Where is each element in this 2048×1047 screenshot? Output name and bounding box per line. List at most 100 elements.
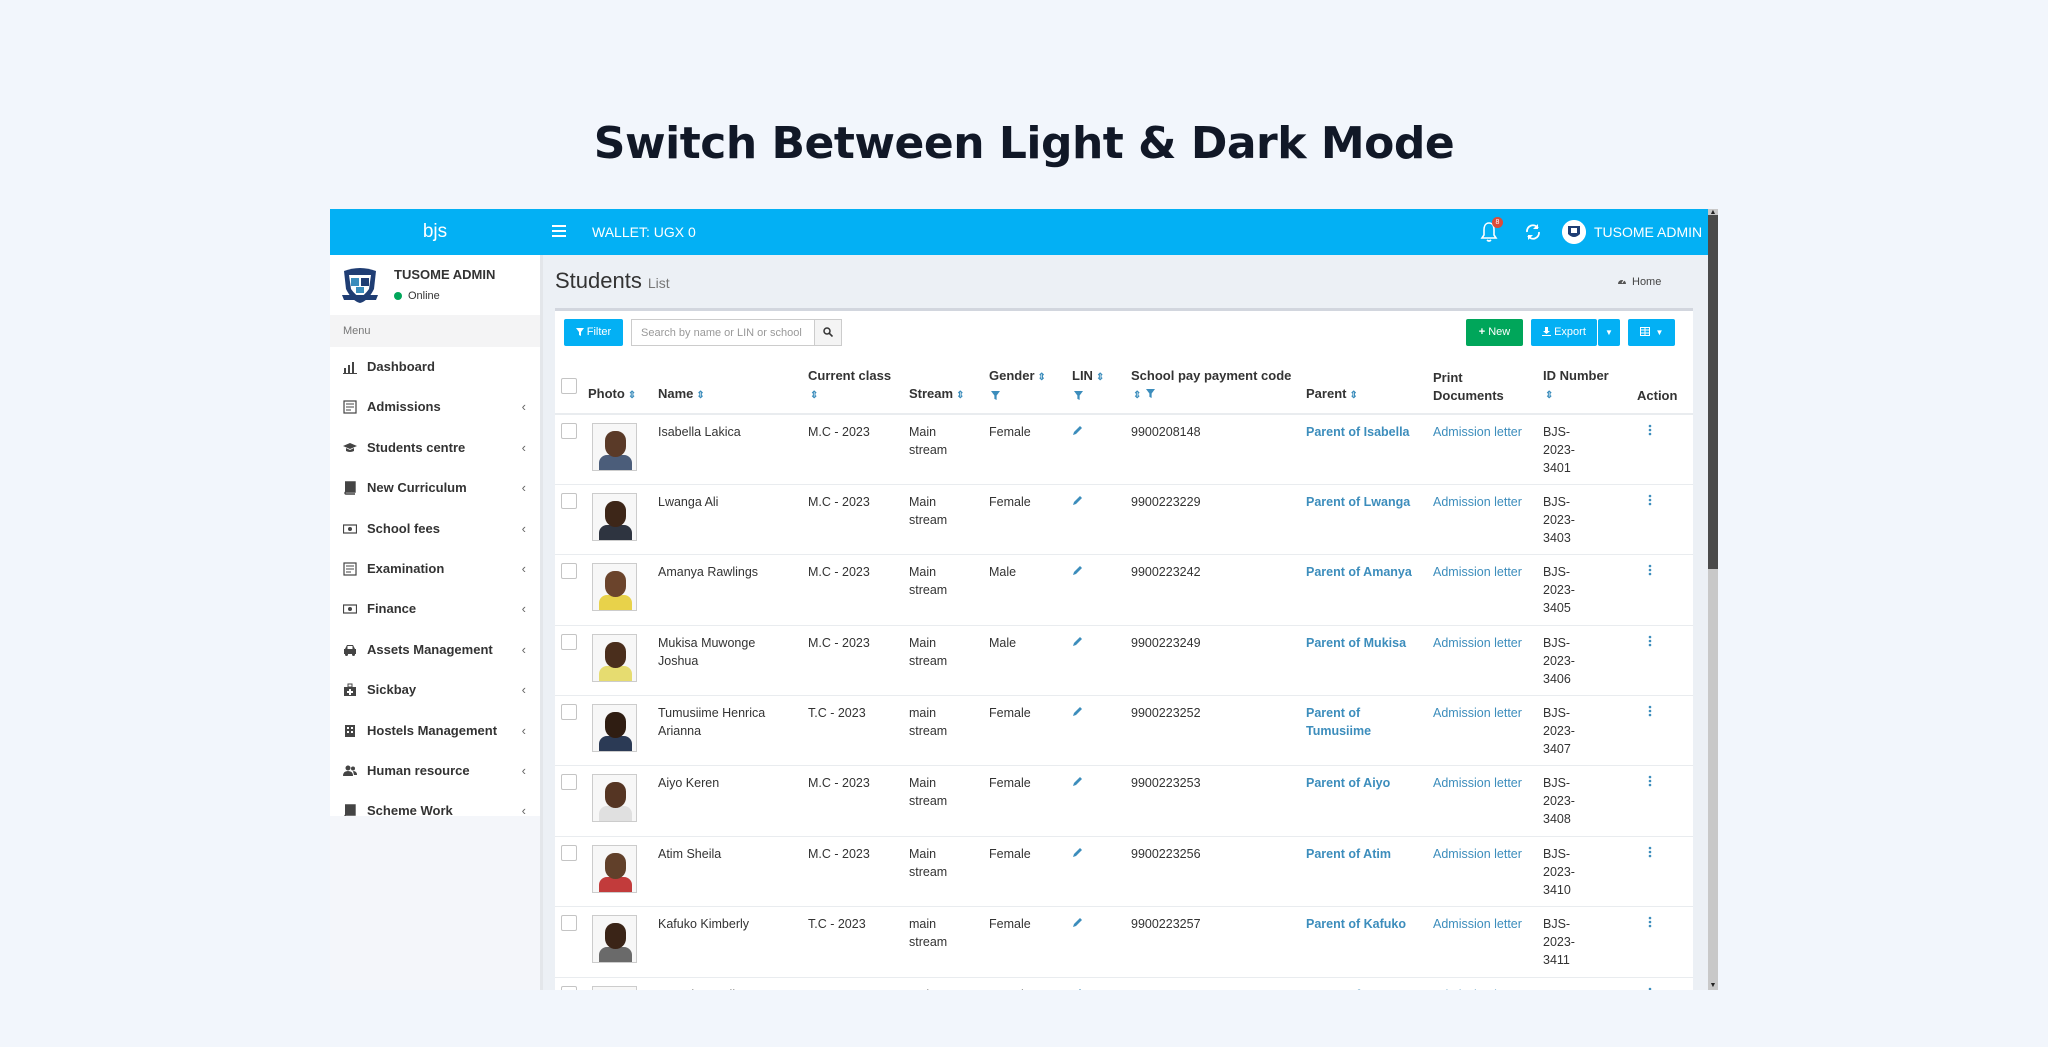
edit-lin-icon[interactable] xyxy=(1072,847,1083,858)
breadcrumb-home[interactable]: Home xyxy=(1632,276,1661,288)
table-row[interactable]: Tumusiime Henrica Arianna T.C - 2023 main … xyxy=(555,695,1693,767)
edit-lin-icon[interactable] xyxy=(1072,425,1083,436)
more-options-icon[interactable] xyxy=(1648,564,1652,576)
sidebar-item-school-fees[interactable]: School fees ‹ xyxy=(330,509,540,549)
vertical-scrollbar[interactable]: ▲ ▼ xyxy=(1708,209,1718,990)
edit-lin-icon[interactable] xyxy=(1072,917,1083,928)
admission-letter-link[interactable]: Admission letter xyxy=(1433,776,1522,790)
sort-icon[interactable]: ⇕ xyxy=(1038,372,1046,383)
refresh-icon[interactable] xyxy=(1524,223,1542,241)
row-checkbox[interactable] xyxy=(561,774,577,791)
admission-letter-link[interactable]: Admission letter xyxy=(1433,917,1522,931)
sidebar-item-examination[interactable]: Examination ‹ xyxy=(330,549,540,589)
parent-link[interactable]: Parent of Kafuko xyxy=(1306,917,1406,931)
table-row[interactable]: Aiyo Keren M.C - 2023 Main stream Female 990… xyxy=(555,765,1693,837)
table-row[interactable]: Amanya Rawlings M.C - 2023 Main stream Male… xyxy=(555,554,1693,626)
column-header-school-pay[interactable]: School pay payment code ⇕ xyxy=(1131,358,1306,415)
parent-link[interactable]: Parent of Atim xyxy=(1306,847,1391,861)
admission-letter-link[interactable]: Admission letter xyxy=(1433,495,1522,509)
more-options-icon[interactable] xyxy=(1648,424,1652,436)
column-toggle-button[interactable]: ▼ xyxy=(1628,319,1675,346)
parent-link[interactable]: Parent of Tumusiime xyxy=(1306,706,1371,738)
sidebar-item-human-resource[interactable]: Human resource ‹ xyxy=(330,751,540,791)
filter-icon[interactable] xyxy=(1146,389,1156,398)
select-all-checkbox[interactable] xyxy=(561,378,577,394)
sidebar-item-hostels-management[interactable]: Hostels Management ‹ xyxy=(330,711,540,751)
sort-icon[interactable]: ⇕ xyxy=(1349,390,1357,401)
more-options-icon[interactable] xyxy=(1648,846,1652,858)
edit-lin-icon[interactable] xyxy=(1072,776,1083,787)
user-menu-name[interactable]: TUSOME ADMIN xyxy=(1594,224,1702,240)
row-checkbox[interactable] xyxy=(561,844,577,861)
parent-link[interactable]: Parent of Aiyo xyxy=(1306,776,1390,790)
table-row[interactable]: Mukisa Muwonge Joshua M.C - 2023 Main stre… xyxy=(555,625,1693,697)
table-row[interactable]: Lwanga Ali M.C - 2023 Main stream Female 990… xyxy=(555,484,1693,556)
row-checkbox[interactable] xyxy=(561,563,577,580)
admission-letter-link[interactable]: Admission letter xyxy=(1433,706,1522,720)
sidebar-item-admissions[interactable]: Admissions ‹ xyxy=(330,387,540,427)
sidebar-item-assets-management[interactable]: Assets Management ‹ xyxy=(330,630,540,670)
more-options-icon[interactable] xyxy=(1648,916,1652,928)
parent-link[interactable]: Parent of Lwanga xyxy=(1306,495,1410,509)
sort-icon[interactable]: ⇕ xyxy=(628,390,636,401)
hamburger-menu-icon[interactable] xyxy=(552,222,566,242)
search-button[interactable] xyxy=(814,319,842,346)
sidebar-item-sickbay[interactable]: Sickbay ‹ xyxy=(330,670,540,710)
user-avatar[interactable] xyxy=(1562,220,1586,244)
row-checkbox[interactable] xyxy=(561,915,577,932)
parent-link[interactable]: Parent of Mukisa xyxy=(1306,636,1406,650)
sort-icon[interactable]: ⇕ xyxy=(1096,372,1104,383)
parent-link[interactable]: Parent of xyxy=(1306,988,1360,990)
row-checkbox[interactable] xyxy=(561,985,577,990)
sidebar-item-new-curriculum[interactable]: New Curriculum ‹ xyxy=(330,468,540,508)
admission-letter-link[interactable]: Admission letter xyxy=(1433,565,1522,579)
column-header-gender[interactable]: Gender ⇕ xyxy=(989,358,1072,415)
column-header-id-number[interactable]: ID Number ⇕ xyxy=(1543,358,1637,415)
admission-letter-link[interactable]: Admission letter xyxy=(1433,636,1522,650)
admission-letter-link[interactable]: Admission letter xyxy=(1433,988,1522,990)
edit-lin-icon[interactable] xyxy=(1072,988,1083,990)
column-header-current-class[interactable]: Current class ⇕ xyxy=(808,358,909,415)
sort-icon[interactable]: ⇕ xyxy=(696,390,704,401)
row-checkbox[interactable] xyxy=(561,704,577,721)
parent-link[interactable]: Parent of Isabella xyxy=(1306,425,1410,439)
admission-letter-link[interactable]: Admission letter xyxy=(1433,847,1522,861)
column-header-photo[interactable]: Photo ⇕ xyxy=(588,358,658,415)
breadcrumb[interactable]: Home xyxy=(1617,276,1661,288)
new-student-button[interactable]: + New xyxy=(1466,319,1523,346)
column-header-name[interactable]: Name ⇕ xyxy=(658,358,808,415)
column-header-lin[interactable]: LIN ⇕ xyxy=(1072,358,1131,415)
column-header-parent[interactable]: Parent ⇕ xyxy=(1306,358,1433,415)
edit-lin-icon[interactable] xyxy=(1072,495,1083,506)
edit-lin-icon[interactable] xyxy=(1072,636,1083,647)
sidebar-item-dashboard[interactable]: Dashboard xyxy=(330,347,540,387)
sort-icon[interactable]: ⇕ xyxy=(810,390,818,401)
row-checkbox[interactable] xyxy=(561,423,577,439)
filter-button[interactable]: Filter xyxy=(564,319,623,346)
search-input[interactable] xyxy=(631,319,815,346)
sidebar-item-students-centre[interactable]: Students centre ‹ xyxy=(330,428,540,468)
more-options-icon[interactable] xyxy=(1648,705,1652,717)
more-options-icon[interactable] xyxy=(1648,635,1652,647)
table-row[interactable]: Kafuko Kimberly T.C - 2023 main stream Fema… xyxy=(555,906,1693,978)
more-options-icon[interactable] xyxy=(1648,775,1652,787)
admission-letter-link[interactable]: Admission letter xyxy=(1433,425,1522,439)
edit-lin-icon[interactable] xyxy=(1072,706,1083,717)
filter-icon[interactable] xyxy=(1074,391,1083,400)
more-options-icon[interactable] xyxy=(1648,494,1652,506)
filter-icon[interactable] xyxy=(991,391,1000,400)
brand-logo[interactable]: bjs xyxy=(330,209,540,255)
table-row[interactable]: Isabella Lakica M.C - 2023 Main stream Fema… xyxy=(555,414,1693,485)
scroll-down-arrow[interactable]: ▼ xyxy=(1708,982,1718,990)
more-options-icon[interactable] xyxy=(1648,987,1652,990)
export-button[interactable]: Export xyxy=(1531,319,1597,346)
sort-icon[interactable]: ⇕ xyxy=(956,390,964,401)
table-row[interactable]: Atim Sheila M.C - 2023 Main stream Female 99… xyxy=(555,836,1693,908)
export-dropdown-toggle[interactable]: ▼ xyxy=(1598,319,1620,346)
column-header-stream[interactable]: Stream ⇕ xyxy=(909,358,989,415)
scrollbar-thumb[interactable] xyxy=(1708,215,1718,569)
edit-lin-icon[interactable] xyxy=(1072,565,1083,576)
row-checkbox[interactable] xyxy=(561,633,577,650)
sidebar-item-finance[interactable]: Finance ‹ xyxy=(330,589,540,629)
table-row[interactable]: Namukose Eliana T.C - 2023 main Female 99002… xyxy=(555,977,1693,990)
